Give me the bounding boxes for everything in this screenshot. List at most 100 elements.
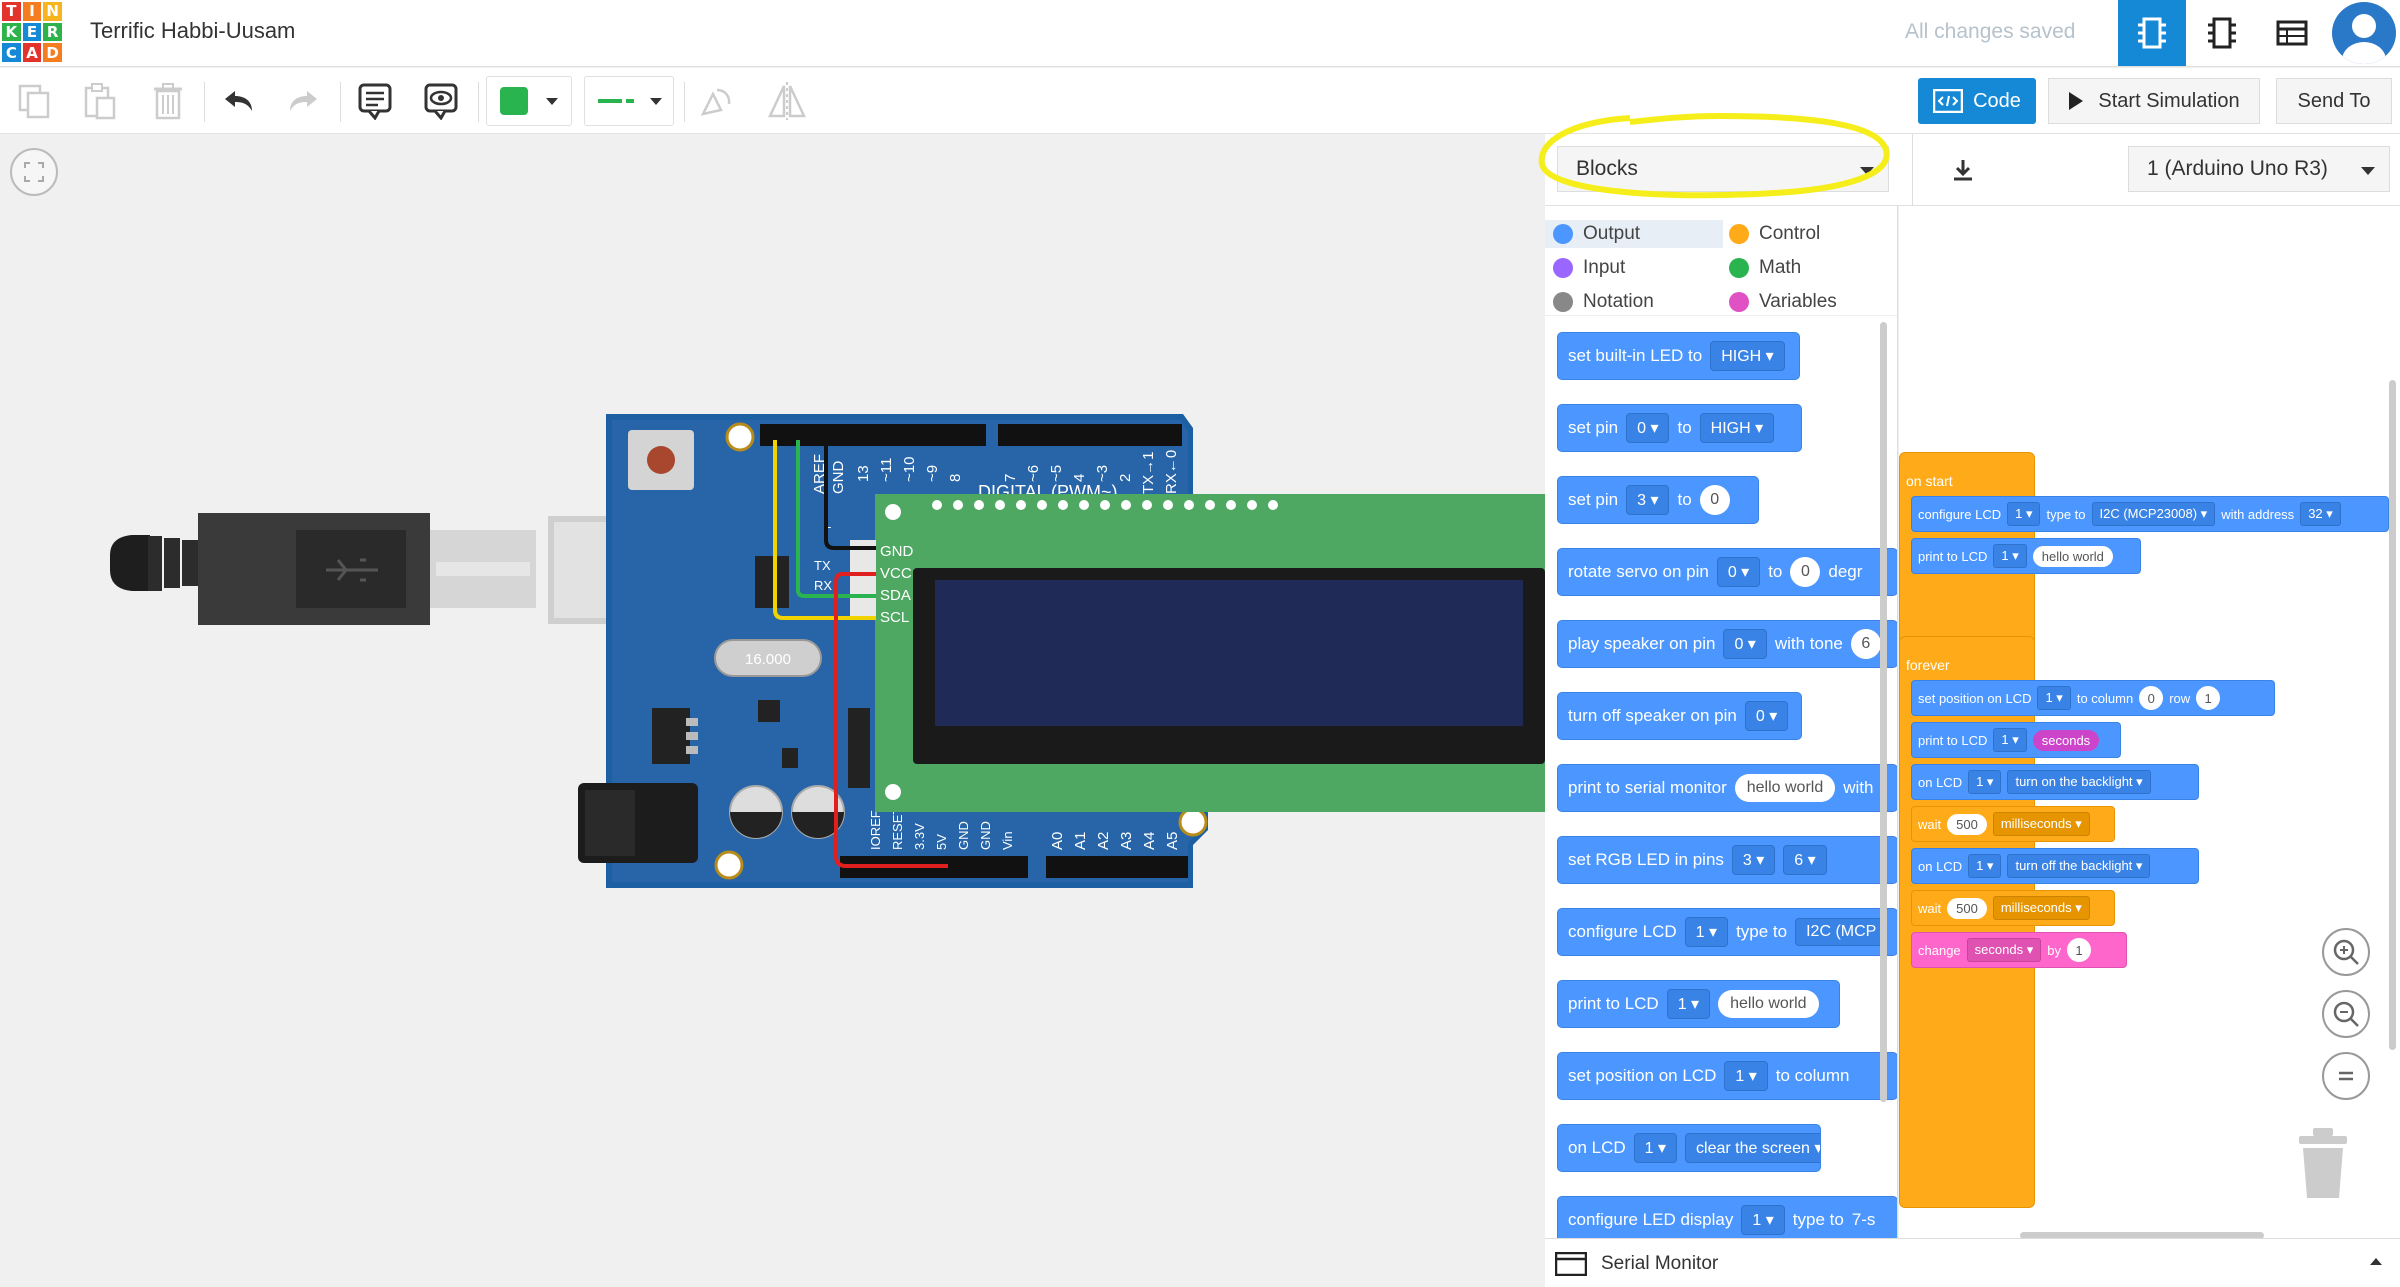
block-dropdown[interactable]: 1 ▾ bbox=[2007, 502, 2041, 526]
block-on-lcd[interactable]: on LCD 1 ▾ clear the screen ▾ bbox=[1557, 1124, 1821, 1172]
palette-scrollbar[interactable] bbox=[1880, 322, 1887, 1102]
block-dropdown[interactable]: 1 ▾ bbox=[1633, 1133, 1678, 1163]
block-dropdown[interactable]: HIGH ▾ bbox=[1710, 341, 1785, 371]
rotate-button[interactable] bbox=[694, 76, 738, 126]
variable-reporter[interactable]: seconds bbox=[2032, 729, 2100, 751]
text-input[interactable]: hello world bbox=[1718, 990, 1819, 1018]
start-simulation-button[interactable]: Start Simulation bbox=[2048, 78, 2260, 124]
value-input[interactable]: 0 bbox=[1790, 557, 1821, 587]
text-input[interactable]: hello world bbox=[1734, 774, 1836, 802]
ws-change-variable[interactable]: change seconds ▾ by 1 bbox=[1911, 932, 2127, 968]
workspace-vertical-scrollbar[interactable] bbox=[2389, 380, 2396, 1050]
block-dropdown[interactable]: 1 ▾ bbox=[1968, 854, 2002, 878]
block-dropdown[interactable]: 6 ▾ bbox=[1783, 845, 1827, 875]
component-list-button[interactable] bbox=[2258, 0, 2326, 66]
block-dropdown[interactable]: 1 ▾ bbox=[1684, 917, 1729, 947]
zoom-in-button[interactable] bbox=[2322, 928, 2370, 976]
block-set-position-lcd[interactable]: set position on LCD 1 ▾ to column bbox=[1557, 1052, 1897, 1100]
value-input[interactable]: 500 bbox=[1947, 813, 1987, 835]
block-turn-off-speaker[interactable]: turn off speaker on pin 0 ▾ bbox=[1557, 692, 1802, 740]
schematic-view-button[interactable] bbox=[2188, 0, 2256, 66]
block-dropdown[interactable]: 1 ▾ bbox=[2037, 686, 2071, 710]
category-output[interactable]: Output bbox=[1545, 220, 1723, 248]
undo-button[interactable] bbox=[216, 76, 260, 126]
block-dropdown[interactable]: 0 ▾ bbox=[1716, 557, 1761, 587]
category-input[interactable]: Input bbox=[1545, 254, 1625, 282]
category-control[interactable]: Control bbox=[1721, 220, 1820, 248]
user-avatar[interactable] bbox=[2332, 2, 2396, 64]
download-code-button[interactable] bbox=[1935, 148, 1991, 192]
block-dropdown[interactable]: 3 ▾ bbox=[1626, 485, 1670, 515]
block-dropdown[interactable]: turn off the backlight ▾ bbox=[2007, 854, 2151, 878]
block-dropdown[interactable]: turn on the backlight ▾ bbox=[2007, 770, 2151, 794]
block-play-speaker[interactable]: play speaker on pin 0 ▾ with tone 6 bbox=[1557, 620, 1897, 668]
serial-monitor-toggle[interactable]: Serial Monitor bbox=[1555, 1252, 1718, 1276]
block-dropdown[interactable]: 1 ▾ bbox=[1968, 770, 2002, 794]
notes-button[interactable] bbox=[350, 76, 400, 126]
ws-wait-2[interactable]: wait 500 milliseconds ▾ bbox=[1911, 890, 2115, 926]
block-dropdown[interactable]: clear the screen ▾ bbox=[1685, 1133, 1820, 1163]
block-dropdown[interactable]: I2C (MCP23008) ▾ bbox=[2091, 502, 2216, 526]
lcd-i2c-module[interactable]: GND VCC SDA SCL bbox=[850, 494, 1545, 812]
circuit-drawing[interactable]: 16.000 AREF GND 13 ~11 ~10 ~9 8 7 ~6 ~5 … bbox=[0, 134, 1545, 1287]
ws-on-lcd-backlight-on[interactable]: on LCD 1 ▾ turn on the backlight ▾ bbox=[1911, 764, 2199, 800]
copy-button[interactable] bbox=[12, 76, 56, 126]
block-set-pin-digital[interactable]: set pin 0 ▾ to HIGH ▾ bbox=[1557, 404, 1802, 452]
block-dropdown[interactable]: 1 ▾ bbox=[1666, 989, 1711, 1019]
block-dropdown[interactable]: 1 ▾ bbox=[1741, 1205, 1785, 1235]
ws-on-lcd-backlight-off[interactable]: on LCD 1 ▾ turn off the backlight ▾ bbox=[1911, 848, 2199, 884]
code-button[interactable]: Code bbox=[1918, 78, 2036, 124]
block-dropdown[interactable]: 1 ▾ bbox=[1993, 544, 2027, 568]
redo-button[interactable] bbox=[282, 76, 326, 126]
block-set-builtin-led[interactable]: set built-in LED to HIGH ▾ bbox=[1557, 332, 1800, 380]
block-rotate-servo[interactable]: rotate servo on pin 0 ▾ to 0 degr bbox=[1557, 548, 1897, 596]
circuit-view-button[interactable] bbox=[2118, 0, 2186, 66]
category-variables[interactable]: Variables bbox=[1721, 288, 1837, 316]
block-dropdown[interactable]: HIGH ▾ bbox=[1699, 413, 1775, 443]
block-dropdown[interactable]: 1 ▾ bbox=[1724, 1061, 1768, 1091]
value-input[interactable]: 0 bbox=[1699, 485, 1730, 515]
ws-print-lcd-seconds[interactable]: print to LCD 1 ▾ seconds bbox=[1911, 722, 2121, 758]
device-select[interactable]: 1 (Arduino Uno R3) bbox=[2128, 146, 2390, 192]
flip-button[interactable] bbox=[762, 76, 812, 126]
fill-color-picker[interactable] bbox=[486, 76, 572, 126]
ws-print-lcd[interactable]: print to LCD 1 ▾ hello world bbox=[1911, 538, 2141, 574]
value-input[interactable]: 1 bbox=[2196, 686, 2221, 710]
block-print-serial[interactable]: print to serial monitor hello world with bbox=[1557, 764, 1897, 812]
send-to-button[interactable]: Send To bbox=[2276, 78, 2392, 124]
delete-button[interactable] bbox=[146, 76, 190, 126]
value-input[interactable]: 500 bbox=[1947, 897, 1987, 919]
design-title[interactable]: Terrific Habbi-Uusam bbox=[90, 18, 295, 44]
wire-type-picker[interactable] bbox=[584, 76, 674, 126]
category-math[interactable]: Math bbox=[1721, 254, 1801, 282]
block-dropdown[interactable]: 0 ▾ bbox=[1626, 413, 1670, 443]
block-dropdown[interactable]: milliseconds ▾ bbox=[1992, 896, 2090, 920]
block-print-lcd[interactable]: print to LCD 1 ▾ hello world bbox=[1557, 980, 1840, 1028]
toggle-notes-visibility-button[interactable] bbox=[416, 76, 466, 126]
block-dropdown[interactable]: seconds ▾ bbox=[1966, 938, 2042, 962]
block-dropdown[interactable]: milliseconds ▾ bbox=[1992, 812, 2090, 836]
zoom-reset-button[interactable] bbox=[2322, 1052, 2370, 1100]
block-dropdown[interactable]: I2C (MCP bbox=[1795, 918, 1888, 946]
block-dropdown[interactable]: 32 ▾ bbox=[2300, 502, 2341, 526]
block-dropdown[interactable]: 0 ▾ bbox=[1723, 629, 1767, 659]
block-dropdown[interactable]: 3 ▾ bbox=[1731, 845, 1776, 875]
circuit-canvas[interactable]: 16.000 AREF GND 13 ~11 ~10 ~9 8 7 ~6 ~5 … bbox=[0, 134, 1545, 1287]
block-set-rgb-led[interactable]: set RGB LED in pins 3 ▾ 6 ▾ bbox=[1557, 836, 1897, 884]
tinkercad-logo[interactable]: T I N K E R C A D bbox=[0, 0, 64, 64]
ws-wait-1[interactable]: wait 500 milliseconds ▾ bbox=[1911, 806, 2115, 842]
block-dropdown[interactable]: 1 ▾ bbox=[1993, 728, 2027, 752]
text-input[interactable]: hello world bbox=[2032, 545, 2113, 567]
paste-button[interactable] bbox=[78, 76, 122, 126]
block-configure-led-display[interactable]: configure LED display 1 ▾ type to 7-s bbox=[1557, 1196, 1897, 1238]
ws-set-position-lcd[interactable]: set position on LCD 1 ▾ to column 0 row … bbox=[1911, 680, 2275, 716]
block-set-pin-analog[interactable]: set pin 3 ▾ to 0 bbox=[1557, 476, 1759, 524]
ws-configure-lcd[interactable]: configure LCD 1 ▾ type to I2C (MCP23008)… bbox=[1911, 496, 2389, 532]
chevron-up-icon[interactable] bbox=[2370, 1258, 2382, 1265]
block-dropdown[interactable]: 0 ▾ bbox=[1744, 701, 1789, 731]
value-input[interactable]: 1 bbox=[2066, 938, 2091, 962]
category-notation[interactable]: Notation bbox=[1545, 288, 1654, 316]
zoom-out-button[interactable] bbox=[2322, 990, 2370, 1038]
value-input[interactable]: 0 bbox=[2139, 686, 2164, 710]
workspace-trash-icon[interactable] bbox=[2297, 1128, 2349, 1200]
